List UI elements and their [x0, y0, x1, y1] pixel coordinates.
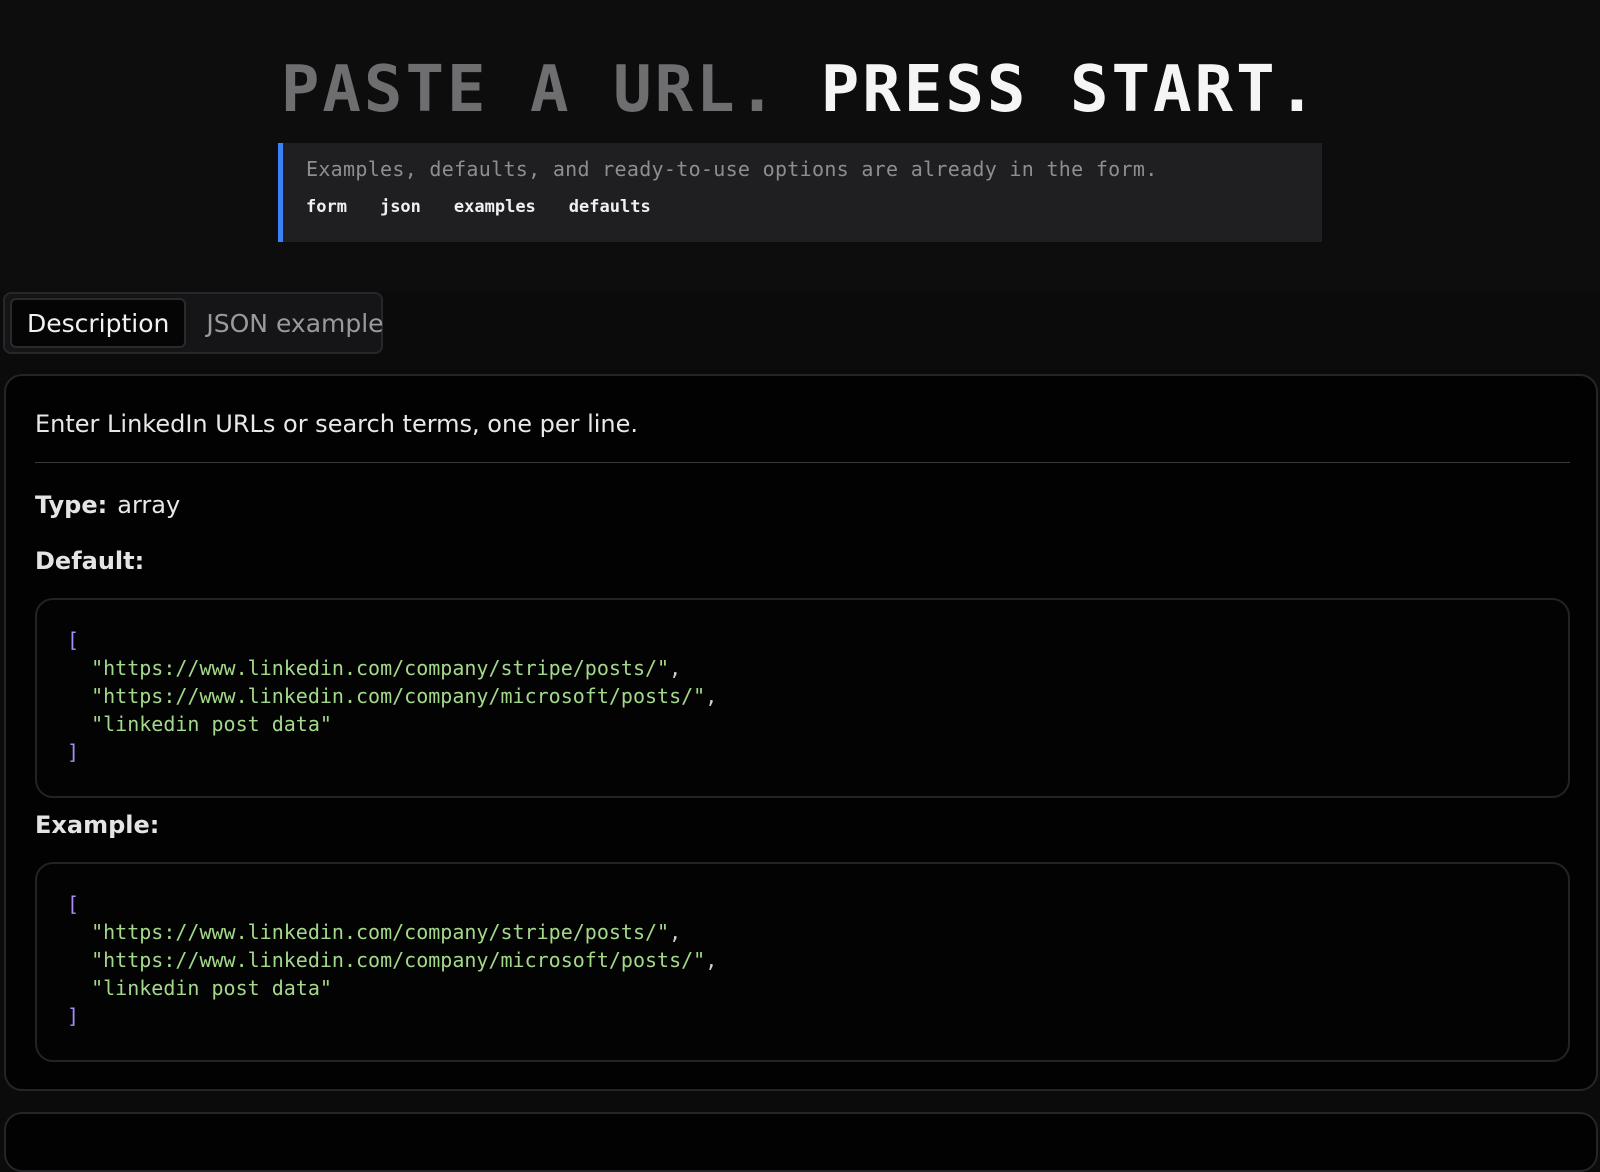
code-string: "https://www.linkedin.com/company/stripe… [91, 920, 670, 944]
example-label: Example: [35, 811, 160, 839]
notice-text: Examples, defaults, and ready-to-use opt… [306, 157, 1158, 181]
code-string: "https://www.linkedin.com/company/micros… [91, 948, 706, 972]
hero-title-dim: PASTE A URL. [280, 53, 780, 127]
default-row: Default: [35, 547, 144, 575]
tab-json-example[interactable]: JSON example [186, 298, 398, 348]
notice-tags: form json examples defaults [306, 197, 1322, 217]
default-label: Default: [35, 547, 145, 575]
tab-description[interactable]: Description [10, 298, 187, 348]
description-panel: Enter LinkedIn URLs or search terms, one… [4, 374, 1598, 1091]
code-string: "linkedin post data" [91, 712, 332, 736]
code-open-bracket: [ [67, 892, 80, 916]
default-code-block: [ "https://www.linkedin.com/company/stri… [35, 598, 1570, 798]
code-open-bracket: [ [67, 628, 80, 652]
type-value: array [117, 491, 181, 519]
code-string: "https://www.linkedin.com/company/stripe… [91, 656, 670, 680]
notice-tag-defaults: defaults [568, 197, 651, 217]
type-label: Type: [35, 491, 108, 519]
example-code-block: [ "https://www.linkedin.com/company/stri… [35, 862, 1570, 1062]
code-close-bracket: ] [67, 1004, 80, 1028]
hero-section: PASTE A URL. PRESS START. Examples, defa… [0, 0, 1600, 292]
tab-bar: Description JSON example [3, 292, 384, 354]
code-string: "linkedin post data" [91, 976, 332, 1000]
type-row: Type: array [35, 491, 180, 519]
field-description: Enter LinkedIn URLs or search terms, one… [35, 410, 639, 438]
code-close-bracket: ] [67, 740, 80, 764]
notice-tag-form: form [306, 197, 347, 217]
notice-tag-json: json [379, 197, 421, 217]
notice-tag-examples: examples [453, 197, 536, 217]
hero-title-bright: PRESS START. [820, 53, 1320, 127]
info-notice: Examples, defaults, and ready-to-use opt… [278, 143, 1322, 242]
code-string: "https://www.linkedin.com/company/micros… [91, 684, 706, 708]
hero-title: PASTE A URL. PRESS START. [0, 52, 1600, 128]
example-row: Example: [35, 811, 159, 839]
divider [35, 462, 1570, 463]
next-panel [4, 1112, 1598, 1172]
